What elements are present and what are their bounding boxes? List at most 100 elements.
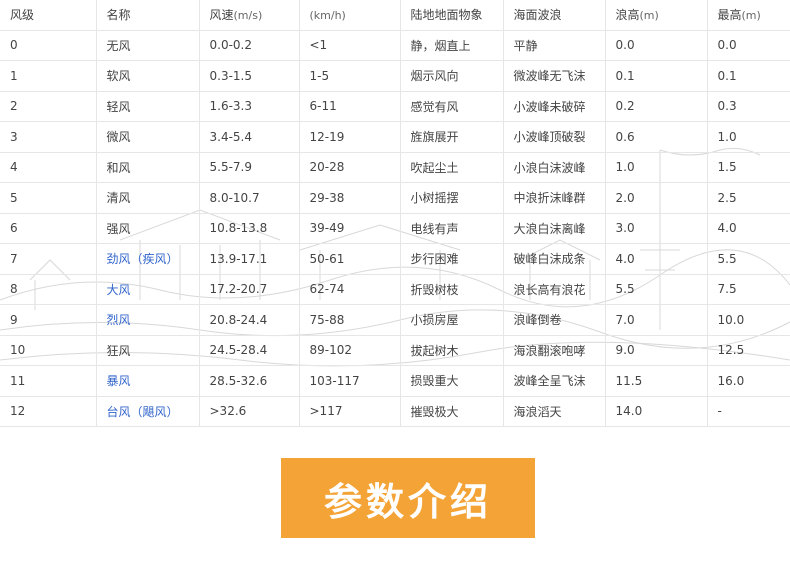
cell-wave: 14.0 [605, 396, 708, 427]
cell-level: 8 [0, 274, 97, 305]
cell-sea: 中浪折沫峰群 [503, 182, 606, 214]
cell-level: 11 [0, 365, 97, 397]
cell-sea: 小浪白沫波峰 [503, 152, 606, 183]
wind-name-link[interactable]: 大风 [107, 283, 131, 297]
header-speed-kmh: (km/h) [299, 0, 401, 31]
wind-name-link[interactable]: 劲风 [107, 252, 131, 266]
table-row: 6 强风 10.8-13.8 39-49 电线有声 大浪白沫离峰 3.0 4.0 [0, 213, 790, 244]
cell-sea: 大浪白沫离峰 [503, 213, 606, 244]
table-row: 7 劲风（疾风） 13.9-17.1 50-61 步行困难 破峰白沫成条 4.0 5.5 [0, 243, 790, 275]
cell-speed-kmh: 1-5 [299, 60, 401, 92]
cell-wave: 0.0 [605, 30, 708, 61]
cell-name: 暴风 [96, 365, 200, 397]
wind-name-alias-link[interactable]: （疾风） [131, 252, 179, 266]
table-header-row: 风级 名称 风速(m/s) (km/h) 陆地地面物象 海面波浪 浪高(m) 最… [0, 0, 790, 31]
table-body: 0 无风 0.0-0.2 <1 静，烟直上 平静 0.0 0.0 1 软风 0.3-1.5 1-5 烟示… [0, 30, 790, 427]
wind-name: 轻风 [106, 99, 131, 114]
cell-land: 小损房屋 [400, 304, 504, 336]
cell-name: 大风 [96, 274, 200, 305]
cell-land: 步行困难 [400, 243, 504, 275]
cell-level: 6 [0, 213, 97, 244]
cell-name: 台风（飓风） [96, 396, 200, 427]
header-max: 最高(m) [707, 0, 790, 31]
cell-land: 烟示风向 [400, 60, 504, 92]
table-row: 8 大风 17.2-20.7 62-74 折毁树枝 浪长高有浪花 5.5 7.5 [0, 274, 790, 305]
cell-speed-kmh: 29-38 [299, 182, 401, 214]
cell-land: 损毁重大 [400, 365, 504, 397]
cell-speed-kmh: 39-49 [299, 213, 401, 244]
cell-wave: 0.2 [605, 91, 708, 122]
cell-speed-mps: 28.5-32.6 [199, 365, 300, 397]
cell-speed-mps: 17.2-20.7 [199, 274, 300, 305]
cell-name: 微风 [96, 121, 200, 153]
cell-speed-kmh: 12-19 [299, 121, 401, 153]
cell-speed-kmh: 75-88 [299, 304, 401, 336]
cell-speed-mps: 20.8-24.4 [199, 304, 300, 336]
header-speed-mps: 风速(m/s) [199, 0, 300, 31]
cell-wave: 2.0 [605, 182, 708, 214]
cell-wave: 7.0 [605, 304, 708, 336]
cell-max: 0.1 [707, 60, 790, 92]
wind-scale-table: 风级 名称 风速(m/s) (km/h) 陆地地面物象 海面波浪 浪高(m) 最… [0, 0, 790, 427]
table-row: 11 暴风 28.5-32.6 103-117 损毁重大 波峰全呈飞沫 11.5 16.0 [0, 365, 790, 397]
cell-speed-mps: 3.4-5.4 [199, 121, 300, 153]
table-row: 3 微风 3.4-5.4 12-19 旌旗展开 小波峰顶破裂 0.6 1.0 [0, 121, 790, 153]
cell-speed-kmh: 103-117 [299, 365, 401, 397]
cell-wave: 5.5 [605, 274, 708, 305]
cell-max: 5.5 [707, 243, 790, 275]
cell-speed-kmh: 20-28 [299, 152, 401, 183]
cell-level: 3 [0, 121, 97, 153]
wind-name-link[interactable]: 台风 [107, 405, 131, 419]
cell-name: 无风 [96, 30, 200, 61]
cell-max: 0.0 [707, 30, 790, 61]
cell-sea: 海浪滔天 [503, 396, 606, 427]
cell-level: 2 [0, 91, 97, 122]
wind-name: 强风 [106, 221, 131, 236]
cell-speed-mps: 8.0-10.7 [199, 182, 300, 214]
cell-sea: 微波峰无飞沫 [503, 60, 606, 92]
cell-sea: 海浪翻滚咆哮 [503, 335, 606, 366]
cell-name: 烈风 [96, 304, 200, 336]
wind-name: 无风 [106, 38, 131, 53]
cell-level: 9 [0, 304, 97, 336]
wind-name: 微风 [106, 130, 131, 145]
cell-speed-mps: 5.5-7.9 [199, 152, 300, 183]
cell-speed-mps: 0.0-0.2 [199, 30, 300, 61]
cell-speed-kmh: 62-74 [299, 274, 401, 305]
cell-name: 和风 [96, 152, 200, 183]
cell-name: 劲风（疾风） [96, 243, 200, 275]
cell-speed-kmh: >117 [299, 396, 401, 427]
cell-speed-kmh: 50-61 [299, 243, 401, 275]
cell-speed-mps: 0.3-1.5 [199, 60, 300, 92]
cell-max: 12.5 [707, 335, 790, 366]
cell-speed-mps: >32.6 [199, 396, 300, 427]
wind-name: 狂风 [106, 343, 131, 358]
cell-name: 狂风 [96, 335, 200, 366]
cell-land: 折毁树枝 [400, 274, 504, 305]
wind-name-alias-link[interactable]: （飓风） [131, 405, 179, 419]
cell-level: 12 [0, 396, 97, 427]
cell-name: 强风 [96, 213, 200, 244]
cell-name: 轻风 [96, 91, 200, 122]
wind-name-link[interactable]: 烈风 [107, 313, 131, 327]
cell-sea: 小波峰未破碎 [503, 91, 606, 122]
wind-name-link[interactable]: 暴风 [107, 374, 131, 388]
table-row: 0 无风 0.0-0.2 <1 静，烟直上 平静 0.0 0.0 [0, 30, 790, 61]
wind-name: 清风 [106, 191, 131, 206]
cell-land: 摧毁极大 [400, 396, 504, 427]
cell-speed-mps: 1.6-3.3 [199, 91, 300, 122]
cell-speed-kmh: <1 [299, 30, 401, 61]
table-row: 12 台风（飓风） >32.6 >117 摧毁极大 海浪滔天 14.0- [0, 396, 790, 427]
cell-speed-kmh: 89-102 [299, 335, 401, 366]
banner-title: 参数介绍 [323, 479, 492, 524]
cell-land: 电线有声 [400, 213, 504, 244]
cell-speed-mps: 10.8-13.8 [199, 213, 300, 244]
cell-speed-mps: 13.9-17.1 [199, 243, 300, 275]
cell-sea: 浪长高有浪花 [503, 274, 606, 305]
header-name: 名称 [96, 0, 200, 31]
cell-max: 1.0 [707, 121, 790, 153]
wind-name: 软风 [106, 69, 131, 84]
cell-max: 4.0 [707, 213, 790, 244]
cell-wave: 0.1 [605, 60, 708, 92]
cell-land: 静，烟直上 [400, 30, 504, 61]
